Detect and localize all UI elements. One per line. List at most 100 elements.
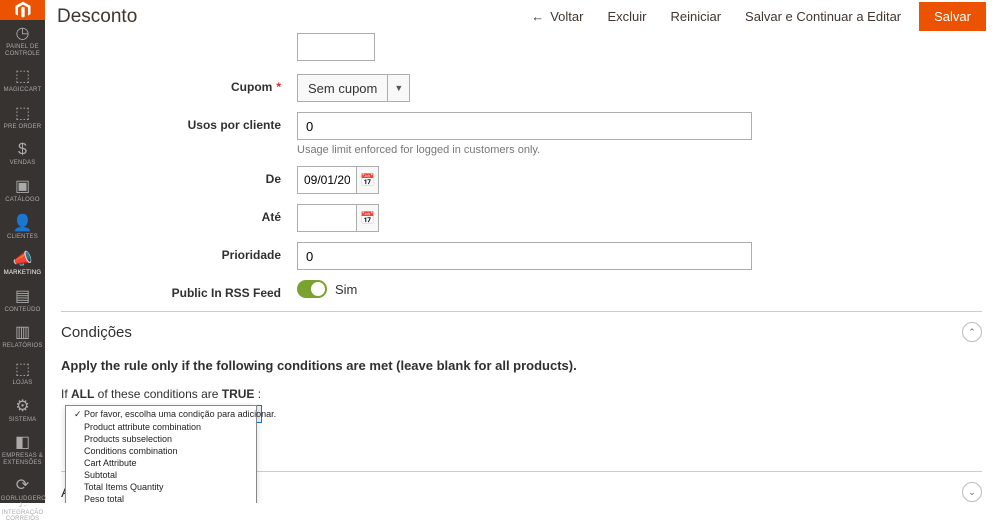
uses-hint: Usage limit enforced for logged in custo… bbox=[297, 144, 982, 156]
link-icon: ⟳ bbox=[16, 478, 29, 494]
gear-icon: ⚙ bbox=[15, 399, 29, 415]
magento-icon bbox=[13, 0, 33, 20]
condition-root-line: If ALL of these conditions are TRUE : bbox=[61, 387, 982, 401]
arrow-left-icon: ← bbox=[531, 9, 544, 24]
nav-label: RELATÓRIOS bbox=[2, 343, 42, 350]
opt-label: Products subselection bbox=[84, 434, 172, 444]
admin-sidebar: ◷PAINEL DE CONTROLE ⬚MAGICCART ⬚PRE ORDE… bbox=[0, 0, 45, 503]
chevron-down-icon: ▼ bbox=[387, 75, 409, 101]
nav-reports[interactable]: ▥ RELATÓRIOS bbox=[0, 319, 45, 356]
chart-icon: ▥ bbox=[15, 325, 30, 341]
layout-icon: ▤ bbox=[15, 289, 30, 305]
uses-label: Usos por cliente bbox=[61, 112, 297, 132]
nav-system[interactable]: ⚙SISTEMA bbox=[0, 393, 45, 430]
add-condition-dropdown: ✓Por favor, escolha uma condição para ad… bbox=[65, 405, 982, 423]
form-area: Cupom * Sem cupom ▼ Usos por cliente Usag… bbox=[45, 33, 998, 503]
calendar-icon[interactable]: 📅 bbox=[356, 167, 378, 193]
cond-true-link[interactable]: TRUE bbox=[222, 387, 255, 401]
nav-stores[interactable]: ⬚LOJAS bbox=[0, 356, 45, 393]
cond-all-link[interactable]: ALL bbox=[71, 387, 94, 401]
condition-option[interactable]: ✓Por favor, escolha uma condição para ad… bbox=[66, 408, 256, 421]
condition-option[interactable]: Conditions combination bbox=[66, 445, 256, 457]
nav-label: PAINEL DE CONTROLE bbox=[2, 44, 43, 57]
nav-label: MARKETING bbox=[4, 270, 41, 277]
nav-content[interactable]: ▤ CONTEÚDO bbox=[0, 283, 45, 320]
coupon-label: Cupom * bbox=[61, 74, 297, 94]
priority-input[interactable] bbox=[297, 242, 752, 270]
required-indicator: * bbox=[276, 80, 281, 94]
nav-catalog[interactable]: ▣ CATÁLOGO bbox=[0, 173, 45, 210]
condition-optgroup: Cart Attribute bbox=[66, 457, 256, 469]
nav-dashboard[interactable]: ◷PAINEL DE CONTROLE bbox=[0, 20, 45, 63]
rss-label: Public In RSS Feed bbox=[61, 280, 297, 300]
field-label-blank bbox=[61, 33, 297, 39]
page-title: Desconto bbox=[57, 6, 519, 28]
magento-logo[interactable] bbox=[0, 0, 45, 20]
save-continue-button[interactable]: Salvar e Continuar a Editar bbox=[733, 1, 913, 32]
field-uses-row: Usos por cliente Usage limit enforced fo… bbox=[61, 112, 982, 156]
website-textarea[interactable] bbox=[297, 33, 375, 61]
nav-extensions[interactable]: ◧EMPRESAS & EXTENSÕES bbox=[0, 429, 45, 472]
delete-label: Excluir bbox=[607, 9, 646, 24]
condition-option[interactable]: Peso total bbox=[66, 493, 256, 503]
save-label: Salvar bbox=[934, 9, 971, 24]
uses-per-customer-input[interactable] bbox=[297, 112, 752, 140]
nav-customers[interactable]: 👤 CLIENTES bbox=[0, 210, 45, 247]
reset-label: Reiniciar bbox=[670, 9, 721, 24]
conditions-section-header[interactable]: Condições ⌃ bbox=[61, 311, 982, 352]
megaphone-icon: 📣 bbox=[13, 252, 33, 268]
header-actions: ← Voltar Excluir Reiniciar Salvar e Cont… bbox=[519, 1, 986, 32]
field-priority-row: Prioridade bbox=[61, 242, 982, 270]
calendar-icon[interactable]: 📅 bbox=[356, 205, 378, 231]
field-to-row: Até 📅 bbox=[61, 204, 982, 232]
nav-label: VENDAS bbox=[10, 160, 36, 167]
nav-sales[interactable]: $VENDAS bbox=[0, 136, 45, 173]
opt-label: Total Items Quantity bbox=[84, 482, 164, 492]
field-from-row: De 📅 bbox=[61, 166, 982, 194]
main-content: Desconto ← Voltar Excluir Reiniciar Salv… bbox=[45, 0, 998, 503]
to-date-field[interactable] bbox=[298, 205, 356, 231]
nav-label: EMPRESAS & EXTENSÕES bbox=[2, 453, 43, 466]
rss-toggle-value: Sim bbox=[335, 282, 357, 297]
save-button[interactable]: Salvar bbox=[919, 2, 986, 31]
opt-label: Product attribute combination bbox=[84, 422, 201, 432]
nav-correios[interactable]: ⟳ IGORLUDGERO J - INTEGRAÇÃO CORREIOS bbox=[0, 472, 45, 528]
nav-label: CLIENTES bbox=[7, 234, 38, 241]
chevron-up-icon: ⌃ bbox=[962, 322, 982, 342]
delete-button[interactable]: Excluir bbox=[595, 1, 658, 32]
condition-option[interactable]: Products subselection bbox=[66, 433, 256, 445]
coupon-select[interactable]: Sem cupom ▼ bbox=[297, 74, 410, 102]
back-button[interactable]: ← Voltar bbox=[519, 1, 595, 32]
opt-label: Peso total bbox=[84, 494, 124, 503]
nav-preorder[interactable]: ⬚PRE ORDER bbox=[0, 100, 45, 137]
tag-icon: ▣ bbox=[15, 179, 30, 195]
reset-button[interactable]: Reiniciar bbox=[658, 1, 733, 32]
person-icon: 👤 bbox=[13, 216, 33, 232]
condition-option[interactable]: Product attribute combination bbox=[66, 421, 256, 433]
condition-option[interactable]: Subtotal bbox=[66, 469, 256, 481]
coupon-label-text: Cupom bbox=[231, 80, 272, 94]
opt-label: Subtotal bbox=[84, 470, 117, 480]
from-date-input[interactable]: 📅 bbox=[297, 166, 379, 194]
to-date-input[interactable]: 📅 bbox=[297, 204, 379, 232]
nav-label: IGORLUDGERO J - INTEGRAÇÃO CORREIOS bbox=[0, 496, 46, 522]
nav-magiccart[interactable]: ⬚MAGICCART bbox=[0, 63, 45, 100]
back-label: Voltar bbox=[550, 9, 583, 24]
conditions-title: Condições bbox=[61, 324, 132, 341]
condition-option[interactable]: Total Items Quantity bbox=[66, 481, 256, 493]
page-header: Desconto ← Voltar Excluir Reiniciar Salv… bbox=[45, 0, 998, 33]
nav-marketing[interactable]: 📣 MARKETING bbox=[0, 246, 45, 283]
from-date-field[interactable] bbox=[298, 167, 356, 193]
nav-label: CATÁLOGO bbox=[5, 197, 40, 204]
opt-label: Conditions combination bbox=[84, 446, 178, 456]
nav-label: CONTEÚDO bbox=[5, 307, 41, 314]
rss-toggle[interactable] bbox=[297, 280, 327, 298]
chevron-down-icon: ⌄ bbox=[962, 482, 982, 502]
to-label: Até bbox=[61, 204, 297, 224]
coupon-select-value: Sem cupom bbox=[298, 75, 387, 101]
nav-label: PRE ORDER bbox=[4, 124, 41, 131]
nav-label: MAGICCART bbox=[4, 87, 42, 94]
opt-label: Por favor, escolha uma condição para adi… bbox=[84, 409, 276, 419]
check-icon: ✓ bbox=[74, 409, 84, 420]
conditions-intro: Apply the rule only if the following con… bbox=[61, 358, 982, 373]
